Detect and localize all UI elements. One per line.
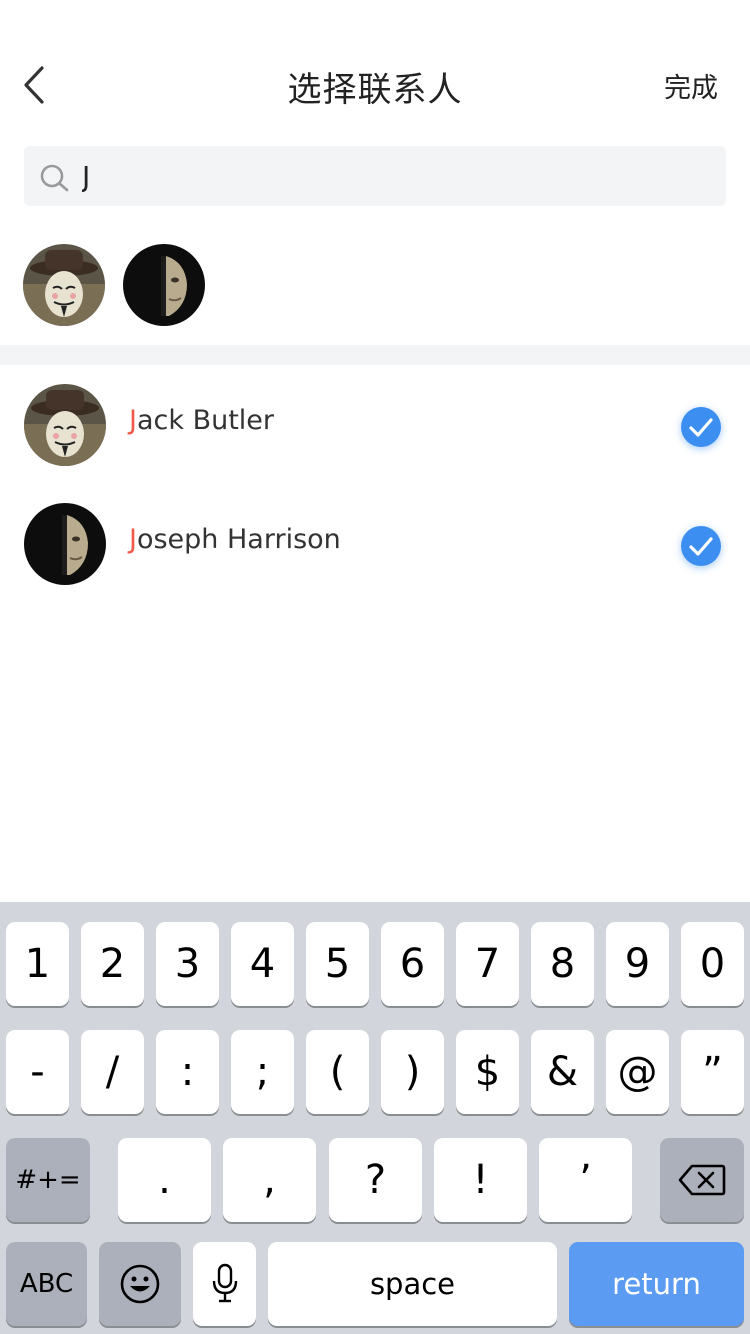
list-item[interactable]: Jack Butler [0, 365, 750, 484]
half-face-photo [24, 503, 106, 585]
key-period[interactable]: . [118, 1138, 211, 1222]
key-2[interactable]: 2 [81, 922, 144, 1006]
avatar [123, 244, 205, 326]
contact-list: Jack Butler Joseph Harrison [0, 365, 750, 603]
delete-icon [678, 1164, 726, 1196]
key-exclamation[interactable]: ! [434, 1138, 527, 1222]
numeric-keyboard: 1 2 3 4 5 6 7 8 9 0 - / : ; ( ) $ & @ ” … [0, 902, 750, 1334]
key-slash[interactable]: / [81, 1030, 144, 1114]
emoji-icon [120, 1264, 160, 1304]
done-button[interactable]: 完成 [664, 66, 718, 105]
key-comma[interactable]: , [223, 1138, 316, 1222]
key-ampersand[interactable]: & [531, 1030, 594, 1114]
selected-avatar-jack[interactable] [23, 244, 105, 326]
key-8[interactable]: 8 [531, 922, 594, 1006]
search-bar[interactable] [24, 146, 726, 206]
emoji-key[interactable] [99, 1242, 181, 1326]
dictation-key[interactable] [193, 1242, 256, 1326]
contact-name: Jack Butler [129, 405, 274, 436]
key-close-paren[interactable]: ) [381, 1030, 444, 1114]
masked-man-photo [24, 384, 106, 466]
avatar [23, 244, 105, 326]
key-at[interactable]: @ [606, 1030, 669, 1114]
key-hyphen[interactable]: - [6, 1030, 69, 1114]
key-dollar[interactable]: $ [456, 1030, 519, 1114]
key-4[interactable]: 4 [231, 922, 294, 1006]
key-quote[interactable]: ” [681, 1030, 744, 1114]
avatar [24, 384, 106, 466]
key-1[interactable]: 1 [6, 922, 69, 1006]
nav-bar: 选择联系人 完成 [0, 40, 750, 128]
space-key[interactable]: space [268, 1242, 557, 1326]
name-rest: oseph Harrison [136, 524, 341, 555]
key-3[interactable]: 3 [156, 922, 219, 1006]
avatar [24, 503, 106, 585]
selected-contacts-row [0, 244, 750, 326]
microphone-icon [212, 1263, 237, 1303]
key-0[interactable]: 0 [681, 922, 744, 1006]
selected-checkbox[interactable] [681, 526, 721, 566]
return-key[interactable]: return [569, 1242, 744, 1326]
search-input[interactable] [82, 146, 682, 206]
checkmark-icon [689, 418, 713, 437]
screen: 选择联系人 完成 J Jack Butler Joseph Harrison 1… [0, 0, 750, 1334]
list-item[interactable]: Joseph Harrison [0, 484, 750, 603]
key-6[interactable]: 6 [381, 922, 444, 1006]
name-match: J [129, 524, 137, 555]
key-7[interactable]: 7 [456, 922, 519, 1006]
key-5[interactable]: 5 [306, 922, 369, 1006]
delete-key[interactable] [660, 1138, 744, 1222]
key-open-paren[interactable]: ( [306, 1030, 369, 1114]
key-colon[interactable]: : [156, 1030, 219, 1114]
key-symbols-mode[interactable]: #+= [6, 1138, 90, 1222]
key-question[interactable]: ? [329, 1138, 422, 1222]
selected-avatar-joseph[interactable] [123, 244, 205, 326]
key-abc[interactable]: ABC [6, 1242, 87, 1326]
name-match: J [129, 405, 137, 436]
key-9[interactable]: 9 [606, 922, 669, 1006]
selected-checkbox[interactable] [681, 407, 721, 447]
key-apostrophe[interactable]: ’ [539, 1138, 632, 1222]
name-rest: ack Butler [136, 405, 275, 436]
contact-name: Joseph Harrison [129, 524, 341, 555]
key-semicolon[interactable]: ; [231, 1030, 294, 1114]
page-title: 选择联系人 [287, 70, 463, 110]
search-icon [40, 164, 69, 192]
section-divider [0, 345, 750, 365]
checkmark-icon [689, 537, 713, 556]
